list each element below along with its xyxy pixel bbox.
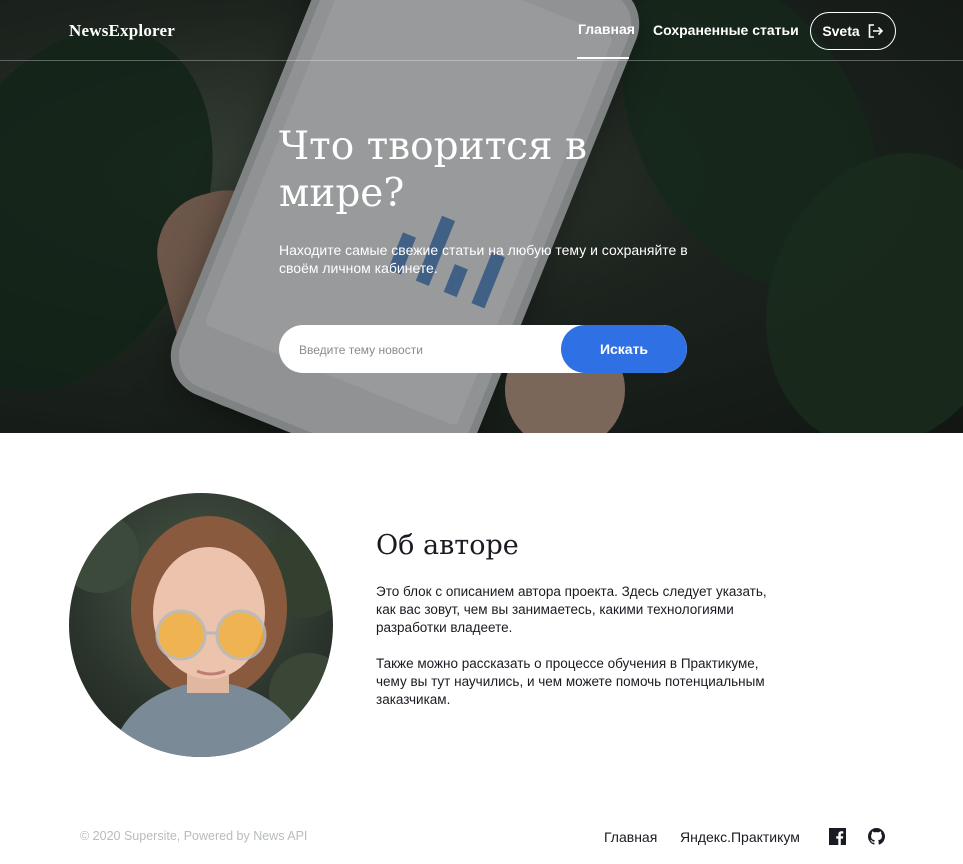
user-logout-button[interactable]: Sveta	[810, 12, 896, 50]
footer-link-main[interactable]: Главная	[604, 829, 657, 845]
about-paragraph-2: Также можно рассказать о процессе обучен…	[376, 656, 765, 707]
search-button[interactable]: Искать	[561, 325, 687, 373]
user-name: Sveta	[822, 23, 860, 39]
facebook-icon[interactable]	[829, 828, 846, 845]
nav-link-main[interactable]: Главная	[578, 21, 635, 37]
search-form: Искать	[279, 325, 687, 373]
about-title: Об авторе	[376, 530, 519, 561]
hero-subtitle: Находите самые свежие статьи на любую те…	[279, 242, 688, 276]
logo[interactable]: NewsExplorer	[69, 21, 175, 41]
site-header: NewsExplorer Главная Сохраненные статьи …	[0, 0, 963, 61]
logout-icon	[868, 24, 884, 38]
nav-link-saved-articles[interactable]: Сохраненные статьи	[653, 22, 799, 38]
about-paragraph-1: Это блок с описанием автора проекта. Зде…	[376, 584, 767, 635]
search-input[interactable]	[297, 325, 561, 373]
author-avatar	[69, 493, 333, 757]
github-icon[interactable]	[868, 828, 885, 845]
copyright: © 2020 Supersite, Powered by News API	[80, 829, 308, 843]
hero-title: Что творится в мире?	[279, 124, 587, 216]
active-nav-underline	[577, 57, 629, 59]
footer-link-yandex-praktikum[interactable]: Яндекс.Практикум	[680, 829, 800, 845]
author-photo	[69, 513, 333, 757]
